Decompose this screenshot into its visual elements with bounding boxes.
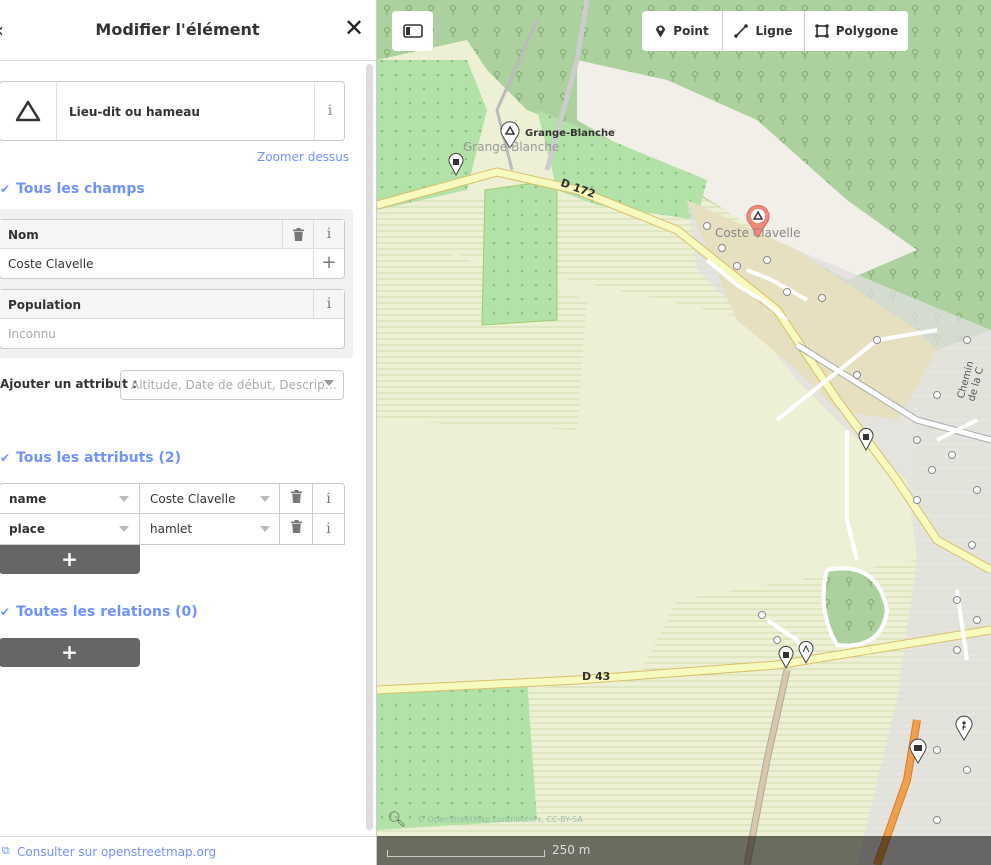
sidebar-toggle-icon bbox=[402, 24, 423, 38]
tag-key: place bbox=[9, 522, 46, 536]
map-attribution[interactable]: © OpenStreetMap contributors, CC-BY-SA bbox=[417, 815, 583, 824]
all-fields-label: Tous les champs bbox=[16, 181, 145, 197]
tag-key: name bbox=[9, 492, 47, 506]
preset-info-button[interactable]: i bbox=[314, 82, 345, 140]
tag-delete-trash-icon[interactable] bbox=[281, 484, 313, 514]
check-icon: ✔ bbox=[0, 451, 11, 465]
preset-name: Lieu-dit ou hameau bbox=[69, 105, 200, 119]
map-canvas[interactable]: Grange-Blanche Grange-Blanche D 172 Cost… bbox=[377, 0, 991, 865]
magnifier-icon[interactable]: 🔍︎ bbox=[387, 810, 406, 828]
scale-line bbox=[387, 850, 545, 857]
inspector-header: ‹ Modifier l'élément ✕ bbox=[0, 0, 376, 61]
scrollbar[interactable] bbox=[366, 64, 373, 830]
hiking-pin-icon[interactable] bbox=[955, 715, 973, 741]
tag-value: hamlet bbox=[150, 522, 193, 536]
all-tags-toggle[interactable]: ✔ Tous les attributs (2) bbox=[0, 450, 181, 466]
add-polygon-button[interactable]: Polygone bbox=[805, 11, 908, 51]
map-road-label-d43: D 43 bbox=[582, 670, 611, 683]
external-link-icon: ⧉ bbox=[2, 844, 10, 857]
tag-value-input[interactable]: hamlet bbox=[140, 514, 280, 544]
shelter-pin-icon[interactable] bbox=[858, 427, 874, 451]
add-localized-name-icon[interactable]: + bbox=[313, 249, 344, 277]
name-field-info-button[interactable]: i bbox=[313, 220, 344, 248]
add-attribute-combo[interactable]: Altitude, Date de début, Descrip… bbox=[120, 370, 344, 400]
chevron-down-icon bbox=[324, 380, 334, 386]
tag-key-input[interactable]: place bbox=[0, 514, 140, 544]
cemetery-pin-icon[interactable] bbox=[798, 640, 814, 664]
preset-selector[interactable]: Lieu-dit ou hameau i bbox=[0, 81, 345, 141]
tag-value-input[interactable]: Coste Clavelle bbox=[140, 484, 280, 514]
add-attribute-label: Ajouter un attribut : bbox=[0, 377, 137, 391]
name-field-label: Nom bbox=[8, 228, 39, 242]
map-area-label-coste-clavelle: Coste Clavelle bbox=[715, 226, 801, 240]
shelter-pin-icon[interactable] bbox=[448, 152, 464, 176]
add-tag-button[interactable]: + bbox=[0, 545, 140, 574]
all-relations-label: Toutes les relations (0) bbox=[16, 604, 198, 620]
tag-row: place hamlet i bbox=[0, 513, 345, 545]
line-icon bbox=[734, 24, 749, 38]
check-icon: ✔ bbox=[0, 605, 11, 619]
scale-bar: 250 m bbox=[377, 836, 991, 865]
zoom-to-link[interactable]: Zoomer dessus bbox=[257, 150, 349, 164]
tag-info-button[interactable]: i bbox=[313, 514, 344, 544]
add-point-button[interactable]: Point bbox=[642, 11, 723, 51]
tag-info-button[interactable]: i bbox=[313, 484, 344, 514]
sidebar-toggle-button[interactable] bbox=[392, 11, 433, 51]
point-marker-icon bbox=[656, 25, 666, 38]
polygon-icon bbox=[814, 24, 829, 38]
hamlet-triangle-icon bbox=[0, 82, 57, 140]
all-fields-toggle[interactable]: ✔ Tous les champs bbox=[0, 181, 145, 197]
close-icon[interactable]: ✕ bbox=[344, 14, 364, 42]
view-on-osm-link[interactable]: Consulter sur openstreetmap.org bbox=[17, 845, 216, 859]
tag-key-input[interactable]: name bbox=[0, 484, 140, 514]
inspector-title: Modifier l'élément bbox=[95, 20, 260, 39]
trash-icon[interactable] bbox=[282, 220, 313, 248]
footer: ⧉ Consulter sur openstreetmap.org bbox=[0, 836, 376, 865]
add-polygon-label: Polygone bbox=[835, 24, 899, 38]
tag-row: name Coste Clavelle i bbox=[0, 483, 345, 515]
add-attribute-placeholder: Altitude, Date de début, Descrip… bbox=[131, 378, 337, 392]
population-placeholder: Inconnu bbox=[8, 327, 56, 341]
tag-value: Coste Clavelle bbox=[150, 492, 236, 506]
map-area-label-grange-blanche: Grange-Blanche bbox=[463, 140, 560, 154]
scale-label: 250 m bbox=[552, 843, 591, 857]
population-field-label: Population bbox=[8, 298, 82, 312]
all-tags-label: Tous les attributs (2) bbox=[16, 450, 182, 466]
add-line-label: Ligne bbox=[755, 24, 793, 38]
map-toolbar: Point Ligne Polygone bbox=[377, 0, 991, 60]
add-point-label: Point bbox=[673, 24, 709, 38]
shelter-pin-icon[interactable] bbox=[778, 645, 794, 669]
all-relations-toggle[interactable]: ✔ Toutes les relations (0) bbox=[0, 604, 198, 620]
tag-delete-trash-icon[interactable] bbox=[281, 514, 313, 544]
poi-pin-icon[interactable] bbox=[909, 738, 927, 764]
inspector-sidebar: ‹ Modifier l'élément ✕ Lieu-dit ou hamea… bbox=[0, 0, 377, 865]
population-info-button[interactable]: i bbox=[313, 290, 344, 318]
population-input[interactable]: Inconnu bbox=[0, 319, 344, 348]
add-line-button[interactable]: Ligne bbox=[723, 11, 805, 51]
name-input[interactable]: Coste Clavelle + bbox=[0, 249, 344, 278]
map-label-grange-blanche: Grange-Blanche bbox=[525, 128, 615, 139]
name-input-value: Coste Clavelle bbox=[8, 257, 94, 271]
check-icon: ✔ bbox=[0, 182, 11, 196]
name-field: Nom i Coste Clavelle + bbox=[0, 219, 345, 279]
map-graphics bbox=[377, 0, 991, 865]
add-relation-button[interactable]: + bbox=[0, 638, 140, 667]
population-field: Population i Inconnu bbox=[0, 289, 345, 349]
